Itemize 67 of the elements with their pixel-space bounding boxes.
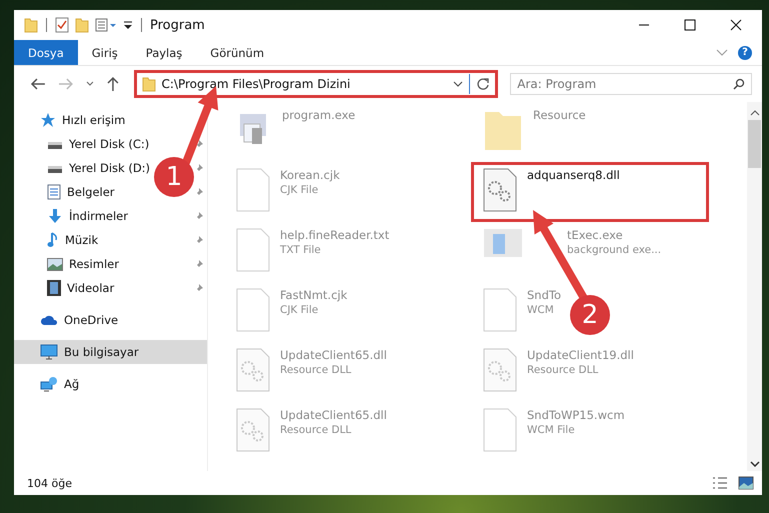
gear-document-icon xyxy=(483,168,517,212)
document-icon xyxy=(47,184,61,200)
ribbon-tab[interactable]: Dosya xyxy=(14,40,78,65)
back-arrow-icon[interactable] xyxy=(30,77,46,91)
sidebar-item[interactable]: Yerel Disk (D:) xyxy=(69,161,150,175)
chevron-down-icon[interactable] xyxy=(453,81,464,87)
chevron-up-icon[interactable] xyxy=(750,110,760,116)
close-icon[interactable] xyxy=(730,19,742,31)
up-arrow-icon[interactable] xyxy=(106,76,120,92)
scrollbar-thumb[interactable] xyxy=(748,120,761,168)
sidebar-item[interactable]: Belgeler xyxy=(67,185,115,199)
network-icon xyxy=(40,376,58,392)
search-field[interactable]: Ara: Program xyxy=(510,73,752,95)
properties-icon[interactable] xyxy=(95,18,117,32)
folder-icon xyxy=(142,76,156,92)
file-type: WCM xyxy=(527,304,555,316)
file-type: CJK File xyxy=(280,184,320,196)
file-type: TXT File xyxy=(280,244,322,256)
sidebar-item[interactable]: Bu bilgisayar xyxy=(14,340,207,364)
monitor-icon xyxy=(40,344,58,360)
file-type: Resource DLL xyxy=(280,364,352,376)
ribbon-tab[interactable]: Giriş xyxy=(78,40,132,65)
file-type: CJK File xyxy=(280,304,320,316)
checklist-icon[interactable] xyxy=(55,17,69,33)
file-item[interactable]: adquanserq8.dll xyxy=(471,162,709,222)
sidebar-item[interactable]: Yerel Disk (C:) xyxy=(69,137,150,151)
thumbnail-view-icon[interactable] xyxy=(738,476,754,490)
refresh-icon[interactable] xyxy=(476,77,490,91)
cloud-icon xyxy=(40,314,58,326)
down-arrow-icon xyxy=(47,208,63,224)
gear-document-icon xyxy=(236,408,270,452)
item-count: 104 öğe xyxy=(27,476,72,490)
scrollbar[interactable] xyxy=(747,102,762,471)
window-title: Program xyxy=(150,18,205,32)
sidebar-item[interactable]: Müzik xyxy=(65,233,98,247)
sidebar-item[interactable]: İndirmeler xyxy=(69,209,128,223)
sidebar-item[interactable]: Resimler xyxy=(69,257,119,271)
customize-arrow-icon[interactable] xyxy=(123,20,133,30)
sidebar-item[interactable]: Videolar xyxy=(67,281,114,295)
details-view-icon[interactable] xyxy=(712,476,728,490)
search-icon xyxy=(733,78,746,90)
sidebar-item[interactable]: Hızlı erişim xyxy=(62,113,126,127)
gear-document-icon xyxy=(236,348,270,392)
sidebar-item[interactable]: Ağ xyxy=(64,377,80,391)
caret-icon[interactable] xyxy=(86,81,94,87)
ribbon-tab[interactable]: Görünüm xyxy=(196,40,278,65)
film-icon xyxy=(47,280,61,296)
document-icon xyxy=(483,408,517,452)
star-icon xyxy=(40,112,56,128)
file-type: background exe... xyxy=(567,244,662,256)
file-type: Resource DLL xyxy=(527,364,600,376)
document-icon xyxy=(236,288,270,332)
ribbon-tab[interactable]: Paylaş xyxy=(132,40,196,65)
document-icon xyxy=(236,168,270,212)
help-button[interactable]: ? xyxy=(738,46,752,60)
document-icon xyxy=(483,288,517,332)
file-type: Resource DLL xyxy=(280,424,352,436)
chevron-down-icon[interactable] xyxy=(750,461,760,467)
music-note-icon xyxy=(47,232,59,248)
maximize-icon[interactable] xyxy=(684,19,696,31)
window-icon xyxy=(483,228,523,258)
file-type: WCM File xyxy=(527,424,576,436)
picture-icon xyxy=(47,258,63,270)
address-bar[interactable]: C:\Program Files\Program Dizini xyxy=(134,70,498,98)
gear-document-icon xyxy=(483,348,517,392)
sidebar-item[interactable]: OneDrive xyxy=(64,313,118,327)
document-icon xyxy=(236,228,270,272)
